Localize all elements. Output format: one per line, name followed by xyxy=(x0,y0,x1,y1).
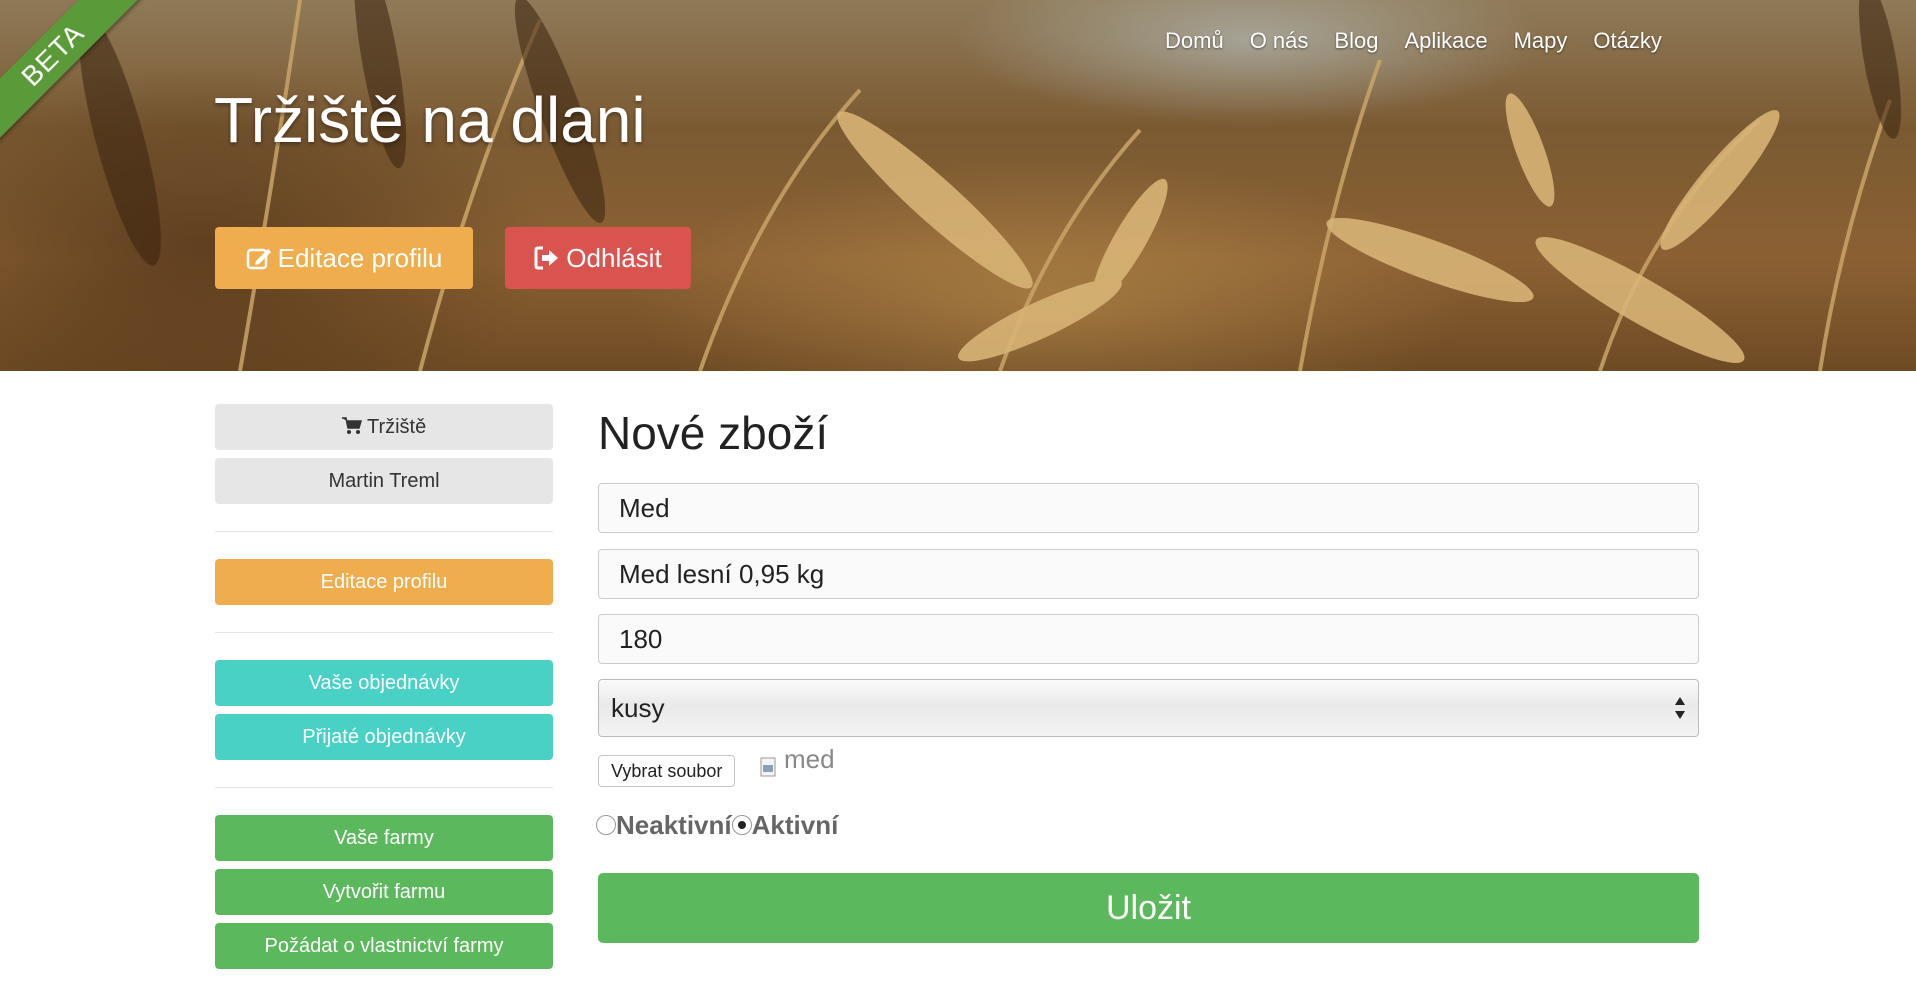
sidebar-user-name: Martin Treml xyxy=(328,470,440,492)
sidebar-item-your-orders-label: Vaše objednávky xyxy=(308,672,460,694)
sidebar-item-your-orders[interactable]: Vaše objednávky xyxy=(215,660,553,706)
nav-link-maps[interactable]: Mapy xyxy=(1501,26,1581,56)
choose-file-button[interactable]: Vybrat soubor xyxy=(598,755,736,787)
edit-profile-label: Editace profilu xyxy=(277,243,443,273)
inactive-radio-label: Neaktivní xyxy=(616,810,732,840)
active-radio-label: Aktivní xyxy=(751,810,839,840)
sidebar-item-create-farm[interactable]: Vytvořit farmu xyxy=(215,869,553,915)
sidebar-item-user[interactable]: Martin Treml xyxy=(215,458,553,504)
nav-link-about[interactable]: O nás xyxy=(1237,26,1322,56)
logout-label: Odhlásit xyxy=(566,243,662,273)
sidebar-item-create-farm-label: Vytvořit farmu xyxy=(322,881,446,903)
sidebar-divider xyxy=(215,632,553,633)
sign-out-icon xyxy=(534,246,559,270)
unit-select[interactable]: kusy xyxy=(598,679,1699,737)
inactive-radio[interactable] xyxy=(596,815,616,835)
active-radio[interactable] xyxy=(731,815,752,835)
logout-button[interactable]: Odhlásit xyxy=(505,227,691,289)
selected-file-name: med xyxy=(784,744,835,774)
main-navigation: Domů O nás Blog Aplikace Mapy Otázky xyxy=(1152,26,1675,56)
sidebar-item-request-ownership-label: Požádat o vlastnictví farmy xyxy=(264,935,504,957)
product-name-input[interactable] xyxy=(598,483,1699,533)
site-title: Tržiště na dlani xyxy=(214,84,646,156)
sidebar-item-request-ownership[interactable]: Požádat o vlastnictví farmy xyxy=(215,923,553,969)
hero-banner: BETA Domů O nás Blog Aplikace Mapy Otázk… xyxy=(0,0,1916,371)
nav-link-apps[interactable]: Aplikace xyxy=(1391,26,1500,56)
product-price-input[interactable] xyxy=(598,614,1699,664)
select-arrows-icon xyxy=(1675,697,1685,719)
pencil-square-icon xyxy=(246,248,271,270)
unit-select-value: kusy xyxy=(611,693,665,723)
sidebar-item-market-label: Tržiště xyxy=(366,416,427,438)
sidebar-divider xyxy=(215,531,553,532)
edit-profile-button[interactable]: Editace profilu xyxy=(215,227,473,289)
nav-link-home[interactable]: Domů xyxy=(1152,26,1237,56)
page-title: Nové zboží xyxy=(598,407,829,459)
save-button[interactable]: Uložit xyxy=(598,873,1699,943)
product-description-input[interactable] xyxy=(598,549,1699,599)
sidebar-item-edit-profile-label: Editace profilu xyxy=(320,571,448,593)
status-radio-group: Neaktivní Aktivní xyxy=(596,808,838,842)
sidebar-item-your-farms[interactable]: Vaše farmy xyxy=(215,815,553,861)
nav-link-blog[interactable]: Blog xyxy=(1321,26,1391,56)
file-thumbnail-icon xyxy=(760,757,776,777)
sidebar-item-received-orders[interactable]: Přijaté objednávky xyxy=(215,714,553,760)
sidebar-item-market[interactable]: Tržiště xyxy=(215,404,553,450)
sidebar-item-your-farms-label: Vaše farmy xyxy=(334,827,434,849)
sidebar-item-edit-profile[interactable]: Editace profilu xyxy=(215,559,553,605)
sidebar-item-received-orders-label: Přijaté objednávky xyxy=(302,726,466,748)
sidebar-divider xyxy=(215,787,553,788)
nav-link-faq[interactable]: Otázky xyxy=(1580,26,1674,56)
cart-icon xyxy=(341,417,362,434)
